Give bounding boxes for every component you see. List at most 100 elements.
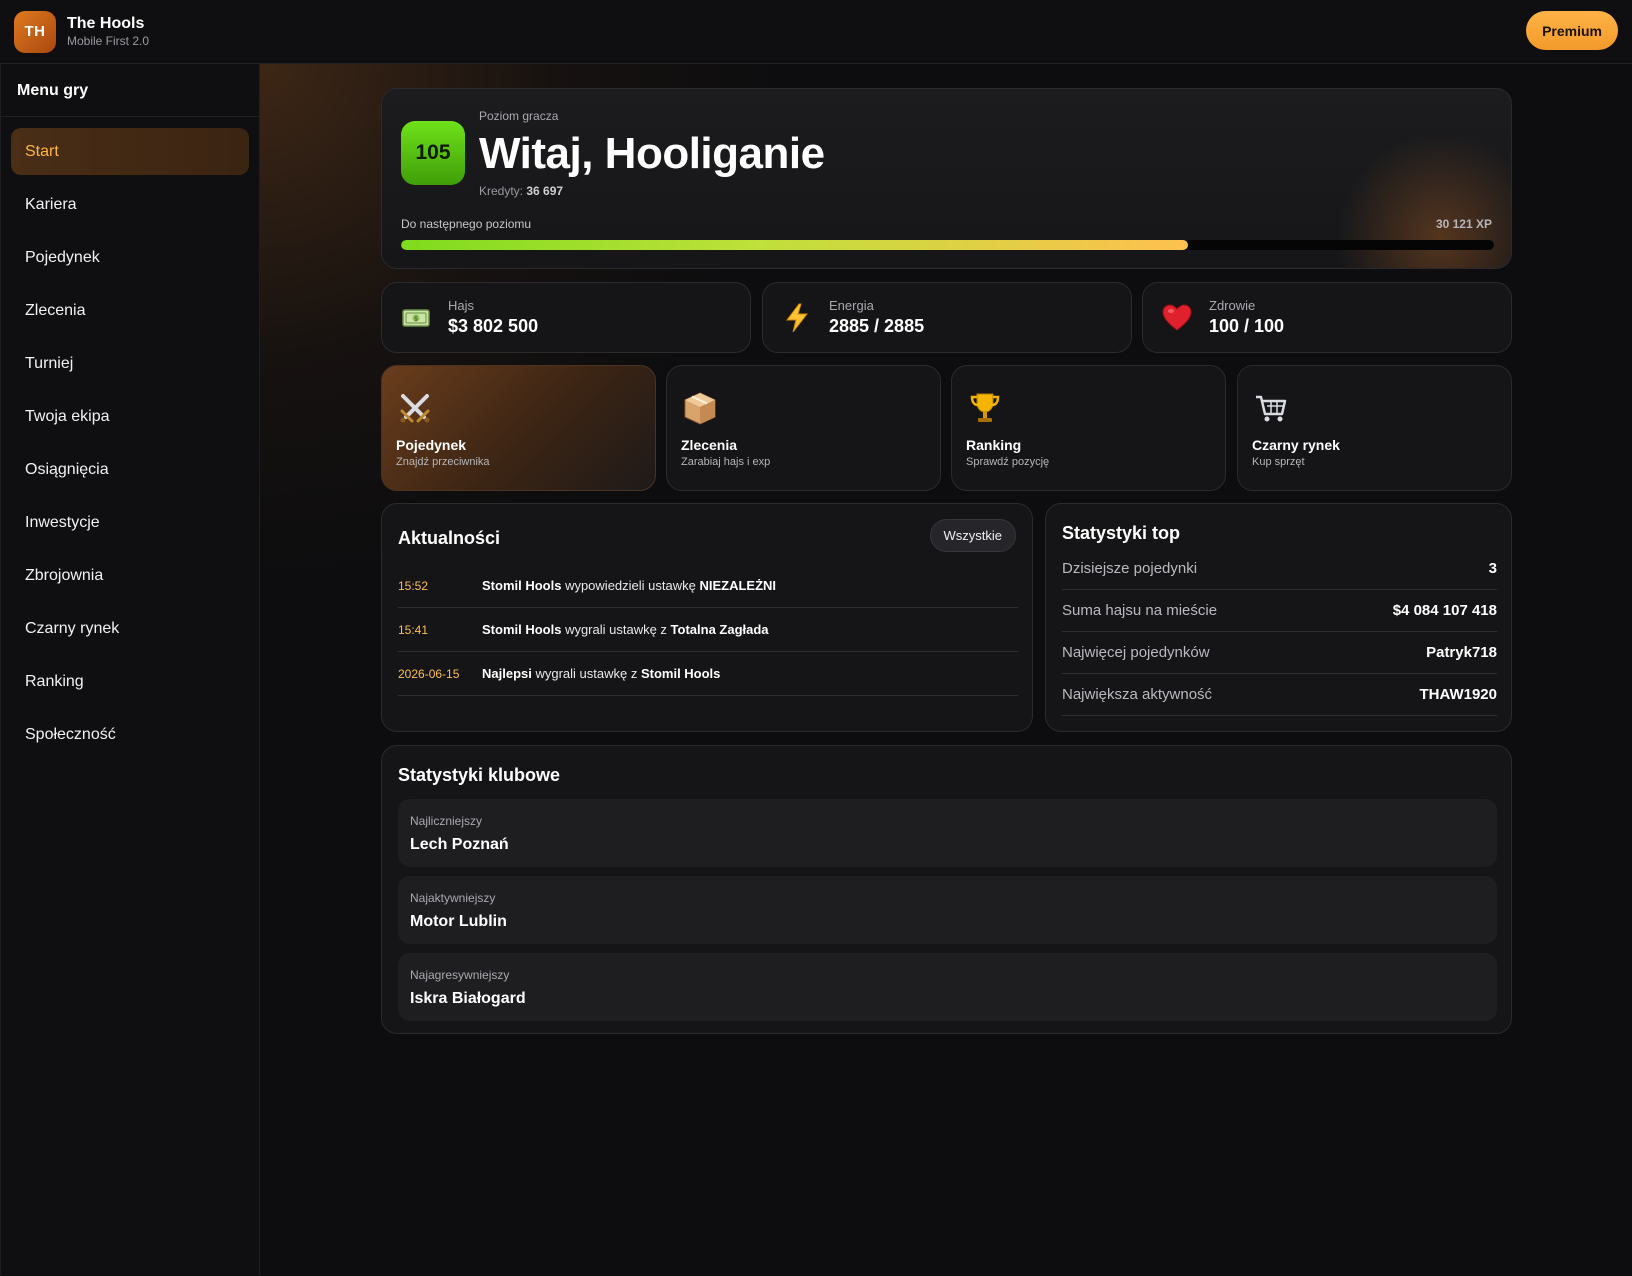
top-stat-row: Dzisiejsze pojedynki 3 bbox=[1062, 548, 1497, 590]
stat-card-zdrowie: Zdrowie 100 / 100 bbox=[1142, 282, 1512, 353]
tile-title: Ranking bbox=[966, 437, 1022, 453]
top-stats-title: Statystyki top bbox=[1062, 523, 1181, 543]
top-stat-value: 3 bbox=[1488, 560, 1497, 577]
top-stat-label: Największa aktywność bbox=[1062, 686, 1213, 703]
sidebar-item-inwestycje[interactable]: Inwestycje bbox=[11, 499, 249, 546]
credits-label: Kredyty: bbox=[479, 184, 524, 198]
tile-pojedynek[interactable]: Pojedynek Znajdź przeciwnika bbox=[381, 365, 656, 491]
stat-value: 100 / 100 bbox=[1209, 315, 1285, 336]
cart-icon bbox=[1253, 390, 1289, 426]
sidebar-item-zbrojownia[interactable]: Zbrojownia bbox=[11, 552, 249, 599]
tile-title: Czarny rynek bbox=[1252, 437, 1340, 453]
news-actor[interactable]: Stomil Hools bbox=[482, 622, 561, 637]
tile-subtitle: Sprawdź pozycję bbox=[966, 456, 1050, 468]
trophy-icon bbox=[967, 390, 1003, 426]
club-stat-value[interactable]: Lech Poznań bbox=[410, 836, 509, 854]
tile-subtitle: Kup sprzęt bbox=[1252, 456, 1305, 468]
top-stat-value: $4 084 107 418 bbox=[1392, 602, 1497, 619]
tile-zlecenia[interactable]: Zlecenia Zarabiaj hajs i exp bbox=[666, 365, 941, 491]
stat-card-hajs: $ Hajs $3 802 500 bbox=[381, 282, 751, 353]
club-stats-title: Statystyki klubowe bbox=[398, 765, 561, 785]
credits: Kredyty: 36 697 bbox=[479, 184, 563, 198]
top-stat-value[interactable]: Patryk718 bbox=[1426, 644, 1497, 661]
news-target[interactable]: Stomil Hools bbox=[641, 666, 720, 681]
package-icon bbox=[682, 390, 718, 426]
stat-value: $3 802 500 bbox=[448, 315, 539, 336]
news-card: Aktualności Wszystkie 15:52 Stomil Hools… bbox=[381, 503, 1033, 732]
news-item[interactable]: 15:52 Stomil Hools wypowiedzieli ustawkę… bbox=[398, 564, 1018, 608]
news-time: 2026-06-15 bbox=[398, 666, 460, 681]
top-stat-label: Dzisiejsze pojedynki bbox=[1062, 560, 1198, 577]
tile-title: Pojedynek bbox=[396, 437, 467, 453]
xp-progress-bar bbox=[401, 240, 1494, 250]
stat-label: Energia bbox=[829, 297, 874, 313]
top-stat-value[interactable]: THAW1920 bbox=[1419, 686, 1497, 703]
all-news-button[interactable]: Wszystkie bbox=[929, 519, 1016, 552]
top-stats-list: Dzisiejsze pojedynki 3 Suma hajsu na mie… bbox=[1062, 548, 1497, 716]
news-text: Najlepsi wygrali ustawkę z Stomil Hools bbox=[482, 666, 720, 681]
top-stat-label: Suma hajsu na mieście bbox=[1062, 602, 1218, 619]
news-actor[interactable]: Najlepsi bbox=[482, 666, 532, 681]
stat-label: Zdrowie bbox=[1209, 297, 1256, 313]
top-stats-card: Statystyki top Dzisiejsze pojedynki 3 Su… bbox=[1045, 503, 1512, 732]
news-actor[interactable]: Stomil Hools bbox=[482, 578, 561, 593]
news-item[interactable]: 15:41 Stomil Hools wygrali ustawkę z Tot… bbox=[398, 608, 1018, 652]
sidebar-item-turniej[interactable]: Turniej bbox=[11, 340, 249, 387]
news-time: 15:52 bbox=[398, 578, 429, 593]
sidebar-item-zlecenia[interactable]: Zlecenia bbox=[11, 287, 249, 334]
club-stat-label: Najliczniejszy bbox=[410, 814, 483, 828]
news-action: wygrali ustawkę z bbox=[531, 666, 641, 681]
tile-subtitle: Znajdź przeciwnika bbox=[396, 456, 490, 468]
sidebar-item-ranking[interactable]: Ranking bbox=[11, 658, 249, 705]
sidebar-item-czarny-rynek[interactable]: Czarny rynek bbox=[11, 605, 249, 652]
xp-progress-fill bbox=[401, 240, 1188, 250]
sidebar-item-start[interactable]: Start bbox=[11, 128, 249, 175]
news-target[interactable]: Totalna Zagłada bbox=[671, 622, 769, 637]
club-stat-item: Najagresywniejszy Iskra Białogard bbox=[398, 953, 1497, 1021]
app-title: The Hools bbox=[67, 15, 145, 32]
news-time: 15:41 bbox=[398, 622, 429, 637]
sidebar-item-osiagniecia[interactable]: Osiągnięcia bbox=[11, 446, 249, 493]
news-action: wygrali ustawkę z bbox=[561, 622, 671, 637]
stat-value: 2885 / 2885 bbox=[829, 315, 925, 336]
sidebar-item-kariera[interactable]: Kariera bbox=[11, 181, 249, 228]
lightning-icon bbox=[782, 303, 812, 333]
stat-label: Hajs bbox=[448, 297, 475, 313]
player-hero-card: 105 Poziom gracza Witaj, Hooliganie Kred… bbox=[381, 88, 1512, 269]
club-stat-value[interactable]: Iskra Białogard bbox=[410, 990, 526, 1008]
brand: The Hools Mobile First 2.0 bbox=[67, 14, 149, 49]
top-stat-label: Najwięcej pojedynków bbox=[1062, 644, 1210, 661]
tile-czarny-rynek[interactable]: Czarny rynek Kup sprzęt bbox=[1237, 365, 1512, 491]
news-action: wypowiedzieli ustawkę bbox=[561, 578, 700, 593]
club-stat-label: Najagresywniejszy bbox=[410, 968, 510, 982]
level-label: Poziom gracza bbox=[479, 109, 559, 123]
tile-ranking[interactable]: Ranking Sprawdź pozycję bbox=[951, 365, 1226, 491]
next-level-label: Do następnego poziomu bbox=[401, 217, 532, 231]
sidebar-item-spolecznosc[interactable]: Społeczność bbox=[11, 711, 249, 758]
news-list: 15:52 Stomil Hools wypowiedzieli ustawkę… bbox=[398, 564, 1018, 696]
sidebar-item-twoja-ekipa[interactable]: Twoja ekipa bbox=[11, 393, 249, 440]
credits-value: 36 697 bbox=[526, 184, 564, 198]
app-subtitle: Mobile First 2.0 bbox=[67, 34, 150, 48]
club-stat-value[interactable]: Motor Lublin bbox=[410, 913, 507, 931]
premium-button[interactable]: Premium bbox=[1526, 11, 1618, 50]
tile-subtitle: Zarabiaj hajs i exp bbox=[681, 456, 771, 468]
stat-card-energia: Energia 2885 / 2885 bbox=[762, 282, 1132, 353]
club-stats-card: Statystyki klubowe Najliczniejszy Lech P… bbox=[381, 745, 1512, 1034]
top-bar: TH The Hools Mobile First 2.0 Premium bbox=[0, 0, 1632, 64]
greeting-title: Witaj, Hooliganie bbox=[479, 129, 825, 178]
top-stat-row: Suma hajsu na mieście $4 084 107 418 bbox=[1062, 590, 1497, 632]
sidebar-title: Menu gry bbox=[1, 64, 259, 117]
sidebar-item-pojedynek[interactable]: Pojedynek bbox=[11, 234, 249, 281]
money-icon: $ bbox=[401, 303, 431, 333]
app-logo[interactable]: TH bbox=[14, 10, 56, 53]
level-badge: 105 bbox=[401, 121, 465, 185]
top-stat-row: Najwięcej pojedynków Patryk718 bbox=[1062, 632, 1497, 674]
news-text: Stomil Hools wypowiedzieli ustawkę NIEZA… bbox=[482, 578, 776, 593]
crossed-swords-icon bbox=[397, 390, 433, 426]
xp-value: 30 121 XP bbox=[1435, 217, 1492, 231]
news-target[interactable]: NIEZALEŻNI bbox=[699, 578, 776, 593]
news-item[interactable]: 2026-06-15 Najlepsi wygrali ustawkę z St… bbox=[398, 652, 1018, 696]
sidebar: Menu gry Start Kariera Pojedynek Zleceni… bbox=[0, 64, 260, 1276]
news-title: Aktualności bbox=[398, 528, 501, 548]
